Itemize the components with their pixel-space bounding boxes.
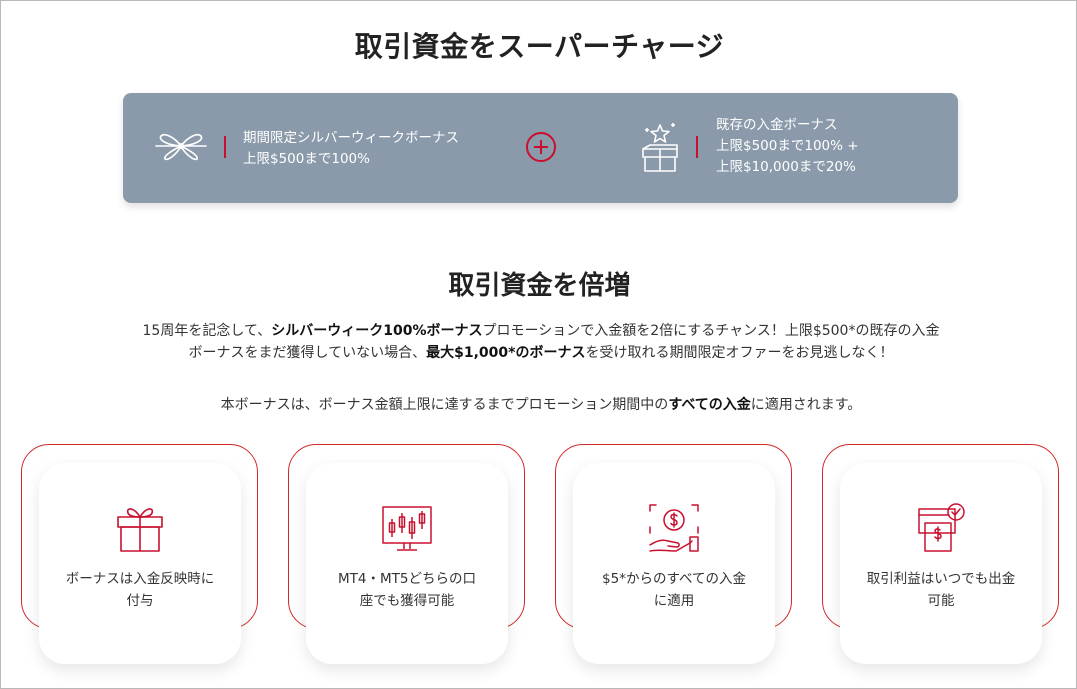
note-text: 本ボーナスは、ボーナス金額上限に達するまでプロモーション期間中の (220, 397, 669, 413)
promo-text: 15周年を記念して、 (142, 323, 272, 339)
feature-label: MT4・MT5どちらの口 座でも獲得可能 (318, 569, 496, 612)
feature-label-line: $5*からのすべての入金 (602, 571, 746, 587)
feature-label: ボーナスは入金反映時に 付与 (51, 569, 229, 612)
note-text: に適用されます。 (750, 397, 862, 413)
promo-description: 15周年を記念して、シルバーウィーク100%ボーナスプロモーションで入金額を2倍… (141, 321, 941, 364)
promo-note: 本ボーナスは、ボーナス金額上限に達するまでプロモーション期間中のすべての入金に適… (141, 395, 941, 417)
dollar-hand-icon (649, 504, 699, 552)
withdraw-check-icon (918, 503, 965, 552)
divider-bar (696, 136, 698, 158)
feature-label-line: に適用 (653, 592, 695, 609)
silver-week-bonus-limit: 上限$500まで100% (243, 151, 370, 167)
feature-label-line: ボーナスは入金反映時に (65, 571, 215, 587)
existing-bonus-title: 既存の入金ボーナス (716, 117, 838, 133)
feature-card-mt4-mt5: MT4・MT5どちらの口 座でも獲得可能 (306, 463, 508, 664)
existing-bonus-text: 既存の入金ボーナス 上限$500まで100% + 上限$10,000まで20% (716, 115, 859, 178)
page-title: 取引資金をスーパーチャージ (354, 30, 725, 63)
promo-text: を受け取れる期間限定オファーをお見逃しなく！ (585, 344, 894, 361)
promo-bold-text: シルバーウィーク100%ボーナス (271, 323, 483, 339)
section-title: 取引資金を倍増 (448, 271, 631, 301)
feature-label-line: MT4・MT5どちらの口 (338, 571, 476, 587)
feature-card-withdrawal: 取引利益はいつでも出金 可能 (840, 463, 1042, 664)
silver-week-bonus-text: 期間限定シルバーウィークボーナス 上限$500まで100% (243, 128, 459, 170)
feature-card-bonus-timing: ボーナスは入金反映時に 付与 (39, 463, 241, 664)
candlestick-chart-icon (382, 506, 432, 551)
divider-bar (224, 136, 226, 158)
feature-label-line: 付与 (126, 592, 154, 609)
feature-label-line: 取引利益はいつでも出金 (866, 571, 1016, 587)
gift-icon (117, 508, 163, 552)
existing-bonus-limit-2: 上限$10,000まで20% (716, 159, 856, 175)
bonus-banner: 期間限定シルバーウィークボーナス 上限$500まで100% 既存の入金ボーナス … (123, 93, 958, 203)
feature-label-line: 可能 (927, 592, 955, 609)
plus-circle-icon (526, 132, 556, 162)
gift-box-stars-icon (642, 123, 678, 172)
feature-label: 取引利益はいつでも出金 可能 (852, 569, 1030, 612)
ribbon-bow-icon (155, 133, 207, 161)
existing-bonus-limit-1: 上限$500まで100% + (716, 138, 859, 154)
feature-card-min-deposit: $5*からのすべての入金 に適用 (573, 463, 775, 664)
silver-week-bonus-title: 期間限定シルバーウィークボーナス (243, 130, 459, 146)
feature-label: $5*からのすべての入金 に適用 (585, 569, 763, 612)
promo-bold-text: 最大$1,000*のボーナス (426, 344, 586, 361)
note-bold-text: すべての入金 (668, 397, 751, 413)
feature-label-line: 座でも獲得可能 (359, 592, 455, 609)
